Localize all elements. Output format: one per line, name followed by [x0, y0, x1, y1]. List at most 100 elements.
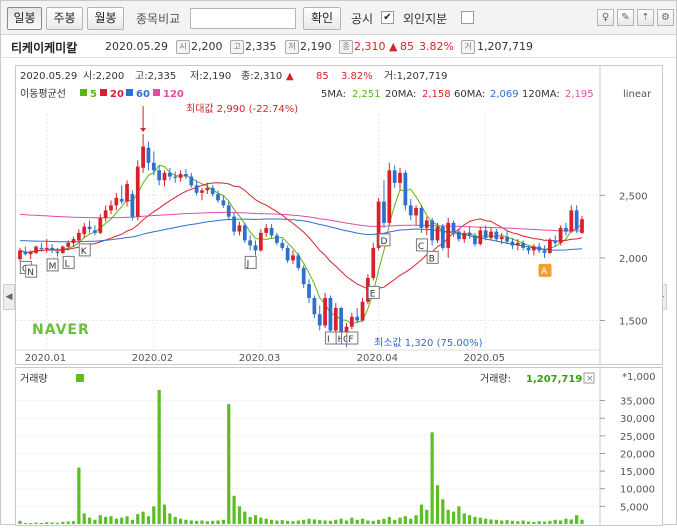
candle-body[interactable] — [269, 227, 274, 236]
settings-icon[interactable]: ⚙ — [657, 9, 674, 26]
candle-body[interactable] — [494, 231, 499, 240]
volume-bar[interactable] — [307, 518, 311, 524]
volume-bar[interactable] — [173, 516, 177, 524]
volume-bar[interactable] — [344, 520, 349, 524]
candle-body[interactable] — [232, 216, 236, 232]
foreign-checkbox[interactable] — [461, 11, 474, 24]
volume-bar[interactable] — [23, 522, 27, 524]
candle-body[interactable] — [371, 247, 376, 278]
candle-body[interactable] — [194, 185, 199, 193]
volume-bar[interactable] — [500, 520, 504, 524]
candle-body[interactable] — [77, 232, 81, 241]
volume-bar[interactable] — [328, 520, 333, 524]
volume-bar[interactable] — [45, 522, 49, 524]
candle-body[interactable] — [446, 222, 451, 248]
event-marker[interactable]: F — [346, 331, 359, 345]
candle-body[interactable] — [435, 226, 440, 241]
volume-bar[interactable] — [93, 519, 97, 524]
volume-bar[interactable] — [61, 521, 65, 524]
volume-bar[interactable] — [446, 509, 450, 524]
candle-body[interactable] — [419, 207, 424, 228]
volume-bar[interactable] — [291, 521, 295, 524]
candle-body[interactable] — [328, 297, 333, 331]
volume-bar[interactable] — [398, 517, 402, 524]
candle-body[interactable] — [414, 207, 418, 216]
volume-bar[interactable] — [66, 521, 70, 524]
candle-body[interactable] — [382, 201, 386, 223]
volume-bar[interactable] — [130, 519, 135, 524]
volume-bar[interactable] — [435, 485, 440, 524]
volume-bar[interactable] — [526, 521, 531, 524]
volume-bar[interactable] — [98, 515, 102, 524]
candle-body[interactable] — [333, 307, 338, 331]
volume-bar[interactable] — [377, 519, 381, 524]
compare-input[interactable] — [190, 8, 296, 29]
candle-body[interactable] — [430, 220, 435, 241]
volume-bar[interactable] — [382, 518, 386, 524]
volume-bar[interactable] — [360, 518, 365, 524]
candle-body[interactable] — [103, 210, 108, 218]
candle-body[interactable] — [440, 226, 445, 248]
volume-bar[interactable] — [473, 516, 477, 524]
candle-body[interactable] — [157, 170, 162, 181]
candle-body[interactable] — [574, 210, 579, 230]
candle-body[interactable] — [510, 241, 515, 246]
volume-bar[interactable] — [409, 518, 413, 524]
candle-body[interactable] — [28, 251, 33, 255]
candle-body[interactable] — [457, 231, 461, 240]
volume-bar[interactable] — [280, 520, 284, 524]
volume-bar[interactable] — [195, 520, 199, 524]
candle-body[interactable] — [521, 242, 525, 248]
volume-bar[interactable] — [339, 518, 343, 524]
candle-body[interactable] — [242, 225, 247, 241]
candle-body[interactable] — [424, 220, 429, 228]
volume-bar[interactable] — [425, 509, 429, 524]
volume-bar[interactable] — [34, 522, 38, 524]
volume-bar[interactable] — [141, 511, 145, 524]
candle-body[interactable] — [291, 255, 295, 261]
volume-bar[interactable] — [264, 518, 268, 524]
candle-body[interactable] — [387, 170, 392, 223]
volume-bar[interactable] — [120, 517, 124, 524]
candle-body[interactable] — [531, 246, 536, 251]
period-weekly-button[interactable]: 주봉 — [46, 7, 83, 30]
candle-body[interactable] — [55, 251, 60, 253]
volume-bar[interactable] — [18, 520, 22, 524]
candle-body[interactable] — [355, 316, 360, 321]
volume-bar[interactable] — [168, 513, 172, 524]
event-marker[interactable]: M — [46, 258, 59, 272]
candle-body[interactable] — [141, 146, 145, 168]
close-icon[interactable]: × — [586, 374, 594, 384]
candle-body[interactable] — [483, 230, 488, 238]
volume-bar[interactable] — [200, 520, 204, 524]
candle-body[interactable] — [114, 197, 119, 206]
candle-body[interactable] — [451, 222, 456, 232]
confirm-button[interactable]: 확인 — [303, 7, 341, 30]
candle-body[interactable] — [548, 240, 552, 253]
volume-bar[interactable] — [39, 522, 44, 524]
candle-body[interactable] — [18, 250, 22, 260]
volume-bar[interactable] — [494, 519, 498, 524]
volume-bar[interactable] — [575, 515, 579, 524]
volume-bar[interactable] — [157, 390, 161, 524]
candle-body[interactable] — [489, 231, 493, 238]
candle-body[interactable] — [408, 205, 413, 216]
volume-bar[interactable] — [484, 518, 488, 524]
volume-bar[interactable] — [516, 521, 520, 524]
candle-body[interactable] — [392, 170, 397, 183]
event-marker[interactable]: I — [324, 331, 337, 345]
candle-body[interactable] — [564, 227, 568, 232]
candle-body[interactable] — [317, 314, 322, 326]
candle-body[interactable] — [71, 239, 76, 243]
candle-body[interactable] — [87, 226, 92, 230]
candle-body[interactable] — [167, 172, 172, 177]
volume-bar[interactable] — [548, 520, 552, 524]
volume-bar[interactable] — [451, 511, 456, 524]
volume-bar[interactable] — [387, 516, 391, 524]
volume-bar[interactable] — [478, 517, 482, 524]
volume-bar[interactable] — [189, 520, 193, 524]
candle-body[interactable] — [275, 235, 279, 243]
volume-bar[interactable] — [184, 519, 188, 524]
candle-body[interactable] — [44, 247, 49, 250]
draw-icon[interactable]: ✎ — [617, 9, 634, 26]
